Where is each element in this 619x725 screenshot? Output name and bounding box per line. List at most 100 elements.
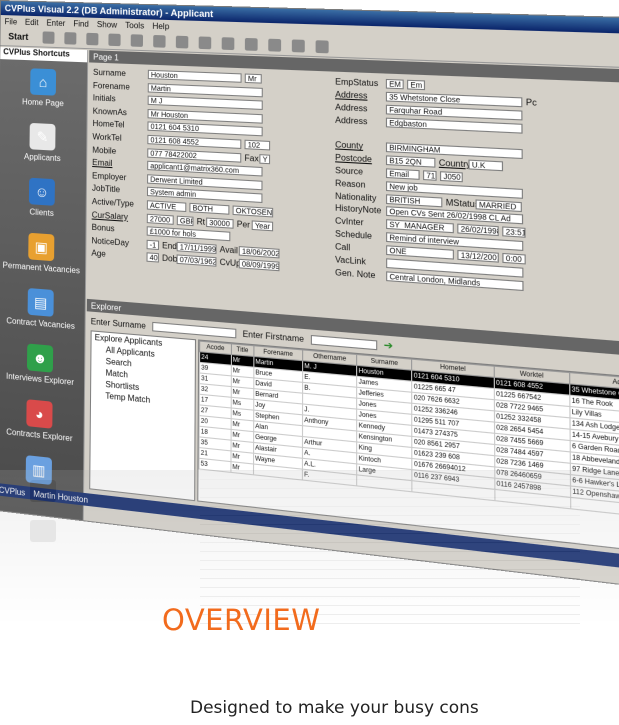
cvinter-date-field[interactable]: 26/02/1998 (457, 223, 499, 237)
source3-field[interactable]: J050 (439, 171, 463, 183)
shortcut-applicants[interactable]: ✎ Applicants (0, 113, 87, 172)
shortcut-home[interactable]: ⌂ Home Page (0, 59, 87, 117)
address-label[interactable]: Address (335, 90, 386, 102)
menu-item[interactable]: Show (97, 19, 117, 29)
source-field[interactable]: Email (385, 168, 420, 180)
interviews-icon: ☻ (26, 343, 54, 373)
menu-item[interactable]: Find (73, 19, 89, 29)
prev-icon[interactable] (198, 36, 211, 50)
shortcut-contract-vacancies[interactable]: ▤ Contract Vacancies (0, 277, 85, 340)
rate-label: Rt (196, 216, 206, 227)
link-icon[interactable] (175, 35, 188, 49)
surname-search-input[interactable] (152, 321, 237, 338)
mobile-label: Mobile (92, 145, 117, 156)
empstatus2-field[interactable]: Em (407, 79, 426, 91)
cursalary-field[interactable]: 27000 (146, 213, 174, 225)
mstatus-field[interactable]: MARRIED (475, 198, 522, 212)
page-tab[interactable]: Page 1 (93, 52, 119, 62)
shortcut-label: Contract Vacancies (6, 316, 75, 332)
shortcut-permanent-vacancies[interactable]: ▣ Permanent Vacancies (0, 223, 86, 285)
ext-field[interactable]: 102 (244, 139, 271, 151)
call-time-field[interactable]: 0:00 (502, 252, 526, 265)
end-field[interactable]: 17/11/1999 (176, 241, 217, 254)
shortcut-clients[interactable]: ☺ Clients (0, 168, 86, 229)
menu-item[interactable]: Edit (25, 17, 39, 26)
avail-field[interactable]: 18/06/2002 (238, 245, 280, 259)
save-icon[interactable] (244, 37, 258, 51)
copy-icon[interactable] (107, 33, 121, 47)
firstname-search-input[interactable] (310, 334, 377, 350)
menu-item[interactable]: Tools (125, 20, 144, 30)
age-label: Age (91, 248, 106, 260)
knownas-label: KnownAs (92, 106, 127, 118)
call-label: Call (335, 241, 351, 253)
cvupd-label: CvUpd (219, 257, 246, 270)
source-label: Source (335, 165, 364, 177)
schedule-label: Schedule (335, 229, 372, 242)
postcode-field[interactable]: B15 2QN (385, 155, 436, 168)
menu-item[interactable]: Help (152, 21, 169, 31)
country-label[interactable]: Country (439, 158, 471, 169)
shortcut-label: Contracts Explorer (6, 427, 73, 444)
add-icon[interactable] (42, 31, 55, 44)
shortcut-label: Permanent Vacancies (2, 260, 80, 276)
surname-label: Surname (93, 67, 126, 79)
shortcut-label: Clients (29, 207, 54, 219)
type2-field[interactable]: OKTOSEND (232, 205, 274, 218)
per-field[interactable]: Year (251, 219, 274, 231)
shortcuts-list: ⌂ Home Page ✎ Applicants ☺ Clients ▣ Permanent … (0, 59, 88, 521)
shortcut-label: Interviews Explorer (5, 371, 75, 388)
surname-field[interactable]: Houston (147, 69, 242, 83)
forename-label: Forename (92, 80, 130, 92)
country-field[interactable]: U.K (468, 159, 504, 172)
enter-firstname-label: Enter Firstname (242, 328, 305, 344)
applicant-form: Surname Houston Mr Forename Martin Initials M … (86, 62, 619, 344)
open-folder-icon[interactable] (63, 32, 76, 45)
menu-item[interactable]: File (5, 17, 18, 26)
print-icon[interactable] (130, 34, 143, 47)
county-label[interactable]: County (335, 140, 386, 152)
address-label: Address (335, 114, 368, 126)
grid-icon[interactable] (291, 39, 305, 53)
avail-label: Avail (219, 244, 238, 256)
go-arrow-icon[interactable]: ➔ (384, 339, 393, 352)
fax-field[interactable]: Y (259, 153, 271, 164)
active-field[interactable]: ACTIVE (146, 200, 187, 213)
delete-icon[interactable] (85, 32, 98, 46)
nationality-label: Nationality (335, 190, 377, 203)
type-field[interactable]: BOTH (189, 202, 230, 215)
next-icon[interactable] (221, 37, 234, 51)
noticeday-field[interactable]: -1 (146, 239, 160, 250)
menu-item[interactable]: Enter (46, 18, 65, 28)
cursalary-label[interactable]: CurSalary (92, 210, 147, 223)
empstatus-field[interactable]: EM (385, 78, 404, 90)
bonus-label: Bonus (91, 222, 115, 234)
cvupd-field[interactable]: 08/09/1999 (238, 259, 280, 272)
age-field[interactable]: 40 (146, 252, 159, 263)
screenshot-stage: CVPlus Visual 2.2 (DB Administrator) - A… (0, 0, 619, 725)
shortcut-contracts[interactable]: ◕ Contracts Explorer (0, 388, 84, 453)
end-label: End (162, 240, 177, 252)
fax-label: Fax (244, 152, 259, 164)
contracts-icon: ◕ (26, 399, 53, 429)
email-label[interactable]: Email (92, 158, 147, 170)
email-icon[interactable] (152, 34, 166, 48)
empstatus-label: EmpStatus (335, 76, 379, 89)
shortcut-interviews[interactable]: ☻ Interviews Explorer (0, 333, 84, 397)
start-button[interactable]: Start (4, 31, 32, 42)
source2-field[interactable]: 71 (422, 170, 437, 181)
home-icon[interactable] (315, 40, 329, 54)
activetype-label: Active/Type (91, 196, 134, 209)
call-date-field[interactable]: 13/12/2001 (457, 249, 499, 263)
title-field[interactable]: Mr (244, 73, 262, 84)
postcode-label[interactable]: Postcode (335, 153, 386, 165)
dob-field[interactable]: 07/03/1962 (176, 254, 217, 268)
currency-field[interactable]: GBP (176, 215, 194, 226)
tagline-text: Designed to make your busy cons (190, 698, 479, 718)
cvinter-time-field[interactable]: 23:51 (502, 226, 526, 239)
refresh-icon[interactable] (267, 38, 281, 52)
applicants-icon: ✎ (29, 122, 56, 151)
nationality-field[interactable]: BRITISH (386, 193, 443, 207)
rate-field[interactable]: 30000 (206, 217, 234, 229)
reflection-contracts-icon (30, 520, 56, 542)
